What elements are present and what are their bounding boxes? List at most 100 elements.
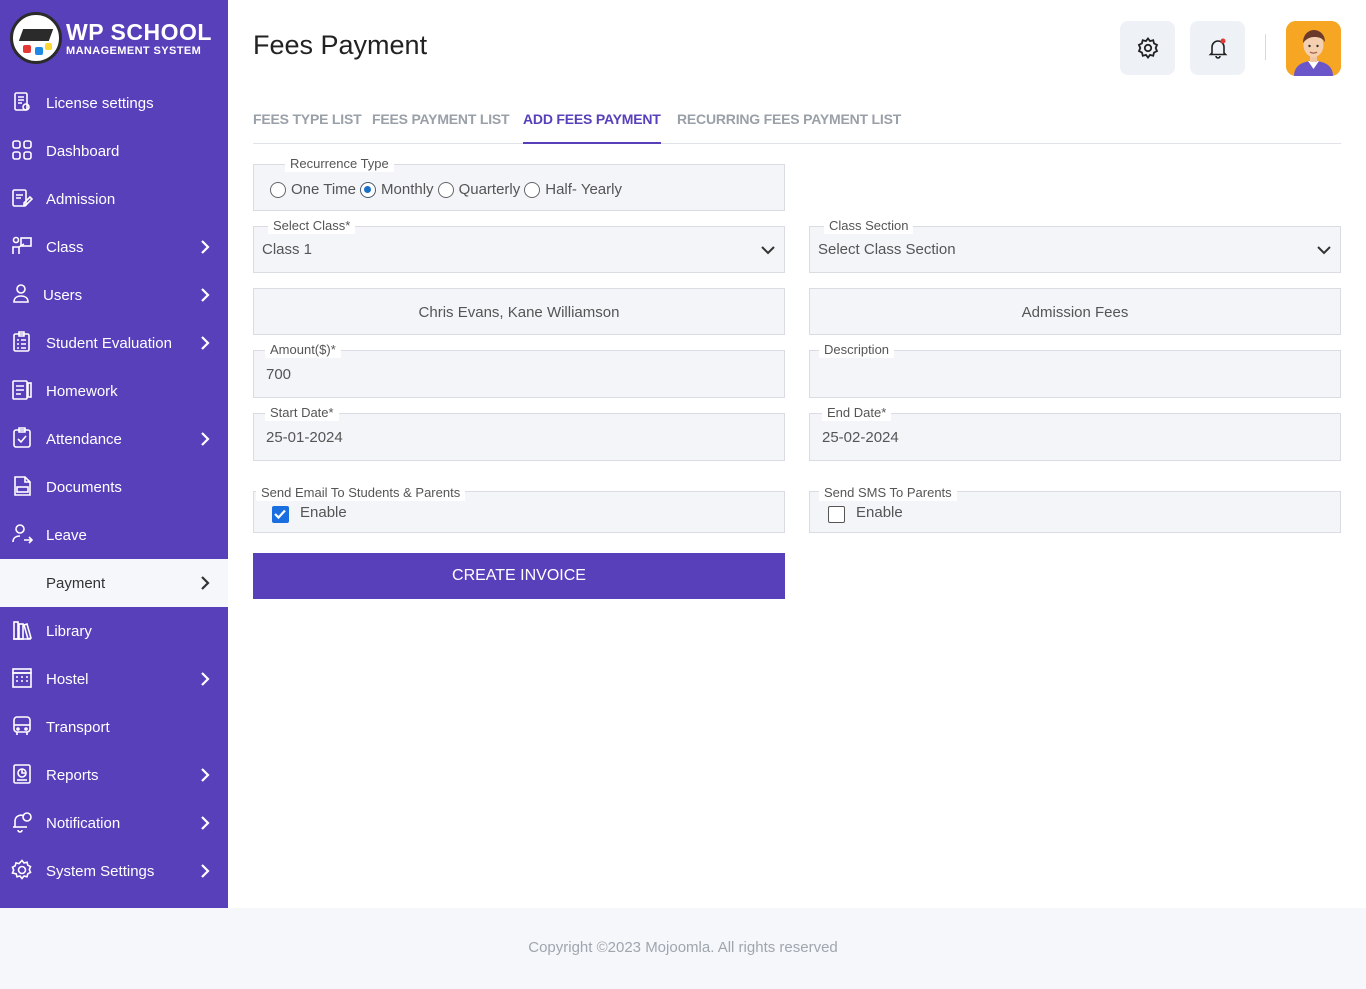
send-sms-label: Send SMS To Parents [819, 485, 957, 501]
class-icon [12, 236, 32, 254]
brand-subtitle: MANAGEMENT SYSTEM [66, 45, 202, 57]
amount-field[interactable]: Amount($)* 700 [253, 342, 785, 398]
tab-fees-payment-list[interactable]: FEES PAYMENT LIST [372, 111, 510, 144]
sidebar-item-label: Hostel [46, 670, 89, 688]
radio-label-one-time: One Time [291, 181, 357, 198]
radio-one-time[interactable] [270, 181, 286, 198]
class-section-value: Select Class Section [818, 241, 956, 258]
sidebar-item-label: Transport [46, 718, 110, 736]
evaluation-icon [13, 331, 30, 352]
sidebar-item-admission[interactable]: Admission [0, 175, 228, 223]
sidebar-item-label: Student Evaluation [46, 334, 172, 352]
homework-icon [12, 380, 32, 400]
chevron-right-icon [201, 432, 210, 446]
sidebar-item-label: License settings [46, 94, 154, 112]
send-email-label: Send Email To Students & Parents [256, 485, 466, 501]
sidebar-item-notification[interactable]: Notification [0, 799, 228, 847]
end-date-field[interactable]: End Date* 25-02-2024 [809, 405, 1341, 461]
chevron-down-icon [761, 246, 775, 255]
tab-recurring-fees-payment-list[interactable]: RECURRING FEES PAYMENT LIST [677, 111, 901, 144]
chevron-right-icon [201, 240, 210, 254]
chevron-right-icon [201, 768, 210, 782]
sidebar-item-label: Dashboard [46, 142, 120, 160]
sidebar-item-label: Class [46, 238, 84, 256]
footer: Copyright ©2023 Mojoomla. All rights res… [0, 908, 1366, 989]
settings-button[interactable] [1120, 21, 1175, 75]
sidebar-item-library[interactable]: Library [0, 607, 228, 655]
select-class-label: Select Class* [268, 218, 356, 234]
fees-type-select[interactable]: Admission Fees [809, 288, 1341, 335]
sidebar-item-label: Payment [46, 574, 106, 592]
sidebar-item-attendance[interactable]: Attendance [0, 415, 228, 463]
sidebar-item-leave[interactable]: Leave [0, 511, 228, 559]
bell-icon [1208, 38, 1227, 59]
sidebar-item-label: System Settings [46, 862, 155, 880]
sidebar-item-label: Leave [46, 526, 87, 544]
sidebar-item-documents[interactable]: Documents [0, 463, 228, 511]
radio-label-monthly: Monthly [381, 181, 434, 198]
amount-value: 700 [266, 366, 292, 383]
fees-type-value: Admission Fees [1021, 304, 1129, 321]
sidebar-item-system-settings[interactable]: System Settings [0, 847, 228, 895]
radio-quarterly[interactable] [437, 181, 454, 198]
send-sms-checkbox[interactable] [828, 506, 845, 523]
radio-label-half-yearly: Half- Yearly [545, 181, 622, 198]
sidebar-item-license-settings[interactable]: License settings [0, 79, 228, 127]
send-email-option: Enable [300, 504, 347, 521]
radio-monthly[interactable] [360, 181, 377, 198]
radio-label-quarterly: Quarterly [458, 181, 521, 198]
sidebar-item-hostel[interactable]: Hostel [0, 655, 228, 703]
notifications-button[interactable] [1190, 21, 1245, 75]
send-sms-group: Send SMS To Parents Enable [809, 485, 1341, 533]
hostel-icon [12, 668, 32, 688]
chevron-right-icon [201, 336, 210, 350]
avatar[interactable] [1286, 21, 1341, 76]
attendance-icon [13, 427, 31, 448]
start-date-field[interactable]: Start Date* 25-01-2024 [253, 405, 785, 461]
sidebar-item-payment[interactable]: Payment [0, 559, 228, 607]
radio-half-yearly[interactable] [524, 181, 541, 198]
end-date-label: End Date* [822, 405, 892, 421]
sidebar-item-class[interactable]: Class [0, 223, 228, 271]
dashboard-icon [12, 140, 32, 160]
class-section-label: Class Section [824, 218, 914, 234]
send-sms-option: Enable [856, 504, 903, 521]
chevron-right-icon [201, 672, 210, 686]
sidebar-nav: License settings Dashboard Admission Cla… [0, 79, 228, 895]
create-invoice-button[interactable]: CREATE INVOICE [253, 553, 785, 599]
sidebar-item-users[interactable]: Users [0, 271, 228, 319]
students-select[interactable]: Chris Evans, Kane Williamson [253, 288, 785, 335]
class-section-dropdown[interactable]: Class Section Select Class Section [809, 218, 1341, 273]
sidebar-item-dashboard[interactable]: Dashboard [0, 127, 228, 175]
select-class-dropdown[interactable]: Select Class* Class 1 [253, 218, 785, 273]
sidebar-item-reports[interactable]: Reports [0, 751, 228, 799]
tab-add-fees-payment[interactable]: ADD FEES PAYMENT [523, 111, 661, 144]
sidebar-item-transport[interactable]: Transport [0, 703, 228, 751]
start-date-value: 25-01-2024 [266, 429, 343, 446]
brand-logo[interactable]: WP SCHOOL MANAGEMENT SYSTEM [10, 12, 212, 64]
description-field[interactable]: Description [809, 342, 1341, 398]
tab-fees-type-list[interactable]: FEES TYPE LIST [253, 111, 362, 144]
amount-label: Amount($)* [265, 342, 341, 358]
send-email-checkbox[interactable] [272, 506, 289, 523]
recurrence-type-label: Recurrence Type [285, 156, 394, 172]
notification-icon [13, 812, 32, 833]
students-value: Chris Evans, Kane Williamson [418, 304, 620, 321]
copyright-text: Copyright ©2023 Mojoomla. All rights res… [528, 939, 838, 956]
end-date-value: 25-02-2024 [822, 429, 899, 446]
description-label: Description [819, 342, 895, 358]
sidebar-item-student-evaluation[interactable]: Student Evaluation [0, 319, 228, 367]
sidebar: WP SCHOOL MANAGEMENT SYSTEM License sett… [0, 0, 228, 908]
send-email-group: Send Email To Students & Parents Enable [253, 485, 785, 533]
documents-icon [14, 476, 31, 496]
sidebar-item-homework[interactable]: Homework [0, 367, 228, 415]
brand-title: WP SCHOOL [66, 19, 212, 45]
start-date-label: Start Date* [265, 405, 339, 421]
reports-icon [13, 764, 31, 784]
admission-icon [12, 189, 33, 207]
license-icon [14, 92, 30, 111]
bus-icon [13, 716, 31, 735]
recurrence-type-group: Recurrence Type One Time Monthly Quarter… [253, 156, 785, 211]
header-divider [1265, 34, 1266, 60]
select-class-value: Class 1 [262, 241, 313, 258]
